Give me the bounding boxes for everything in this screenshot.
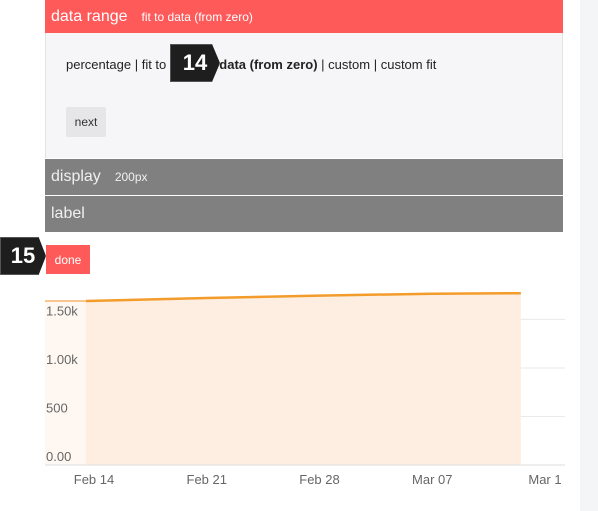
x-tick-label: Mar 07 xyxy=(412,472,452,487)
option-custom[interactable]: custom xyxy=(328,57,370,72)
area-pre-fill xyxy=(45,300,86,465)
option-separator: | xyxy=(373,57,378,72)
option-separator: | xyxy=(134,57,139,72)
done-button[interactable]: done xyxy=(46,245,90,274)
display-value: 200px xyxy=(114,170,148,184)
option-percentage[interactable]: percentage xyxy=(66,57,131,72)
page: data range fit to data (from zero) perce… xyxy=(0,0,598,511)
series-area xyxy=(86,293,521,465)
label-section-header[interactable]: label xyxy=(45,196,563,232)
data-range-options: percentage | fit to fit to data (from ze… xyxy=(66,57,436,72)
chart-svg: 0.00 500 1.00k 1.50k Feb 14 Feb 21 Feb 28 Mar 0… xyxy=(45,291,565,487)
label-title: label xyxy=(51,205,85,222)
y-tick-label: 0.00 xyxy=(46,449,71,464)
x-tick-label: Feb 21 xyxy=(187,472,227,487)
step-badge-14: 14 xyxy=(170,44,220,82)
x-tick-label: Feb 28 xyxy=(299,472,339,487)
next-button[interactable]: next xyxy=(66,107,106,137)
display-title: display xyxy=(51,168,101,185)
step-badge-15: 15 xyxy=(0,237,46,275)
right-gutter xyxy=(580,0,598,511)
y-tick-label: 1.50k xyxy=(46,303,78,318)
preview-chart: 0.00 500 1.00k 1.50k Feb 14 Feb 21 Feb 28 Mar 0… xyxy=(40,290,570,490)
data-range-current-value: fit to data (from zero) xyxy=(141,9,253,24)
x-tick-label: Feb 14 xyxy=(74,472,114,487)
display-section-header[interactable]: display 200px xyxy=(45,159,563,195)
data-range-panel: percentage | fit to fit to data (from ze… xyxy=(45,33,563,158)
option-fit-to-data[interactable]: fit to xyxy=(142,57,167,72)
x-tick-label: Mar 1 xyxy=(528,472,561,487)
option-custom-fit[interactable]: custom fit xyxy=(381,57,437,72)
data-range-header[interactable]: data range fit to data (from zero) xyxy=(45,0,563,33)
y-tick-label: 1.00k xyxy=(46,352,78,367)
data-range-title: data range xyxy=(51,7,128,25)
option-separator: | xyxy=(321,57,325,72)
y-tick-label: 500 xyxy=(46,400,68,415)
